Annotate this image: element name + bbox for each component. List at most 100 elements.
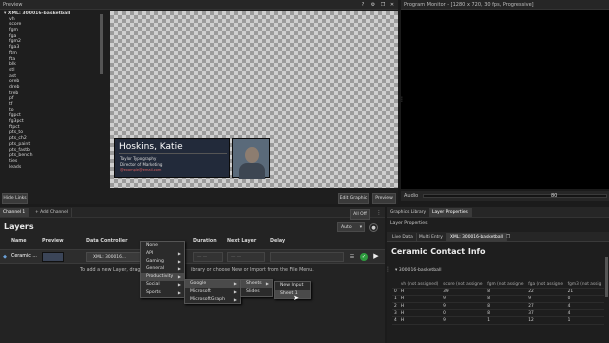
menu-item[interactable]: Google ▶ — [185, 280, 240, 288]
menu-item[interactable]: Social ▶ — [141, 281, 184, 289]
all-off-button[interactable]: All Off — [350, 209, 370, 220]
contact-heading: Ceramic Contact Info — [391, 247, 486, 256]
table-cell[interactable]: 12 — [526, 316, 566, 325]
table-cell[interactable]: 9 — [526, 295, 566, 304]
col-preview: Preview — [42, 239, 64, 244]
auto-dropdown[interactable]: Auto ▾ — [337, 222, 365, 232]
card-photo — [232, 138, 270, 179]
layer-properties-panel: Graphics Library Layer Properties Layer … — [387, 207, 609, 343]
menu-item[interactable]: General ▶ — [141, 265, 184, 273]
open-xml-icon[interactable]: ❐ — [505, 235, 511, 241]
table-cell[interactable]: 8 — [485, 309, 527, 318]
table-row[interactable]: 0 H 39 8 22 21 — [392, 288, 604, 296]
hide-links-button[interactable]: Hide Links — [2, 193, 28, 204]
tab-layer-properties[interactable]: Layer Properties — [429, 208, 472, 217]
table-header[interactable]: fgm (not assigne — [485, 281, 527, 289]
more-icon[interactable]: ⋮ — [376, 210, 382, 216]
play-icon[interactable]: ▶ — [372, 253, 380, 260]
table-cell[interactable]: 21 — [565, 288, 604, 296]
menu-item-label: Sports — [146, 289, 161, 295]
edit-graphic-button[interactable]: Edit Graphic — [338, 193, 369, 204]
record-icon[interactable]: ● — [369, 223, 378, 232]
table-cell[interactable]: 8 — [485, 302, 527, 311]
table-cell[interactable]: H — [398, 309, 442, 318]
table-cell[interactable]: 22 — [526, 288, 566, 296]
menu-item[interactable]: New Input — [275, 282, 310, 290]
table-cell[interactable]: H — [398, 316, 442, 325]
table-cell[interactable]: 4 — [565, 309, 604, 318]
table-cell[interactable]: 2 — [392, 302, 399, 311]
vertical-resize-handle[interactable]: ⋮ — [385, 267, 391, 276]
menu-item[interactable]: Sports ▶ — [141, 289, 184, 297]
next-layer-field[interactable]: — — — [227, 252, 265, 262]
menu-item[interactable]: Sheets ▶ — [241, 280, 272, 288]
table-header[interactable]: vh (not assigned) — [398, 281, 442, 289]
table-cell[interactable]: 1 — [485, 316, 527, 325]
table-header[interactable]: fga (not assigne — [526, 281, 566, 289]
tab-graphics-library[interactable]: Graphics Library — [387, 208, 431, 217]
group-row[interactable]: ▾ 300016-basketball — [395, 268, 442, 273]
menu-item[interactable]: Microsoft ▶ — [185, 288, 240, 296]
preview-button[interactable]: Preview — [372, 193, 396, 204]
help-icon[interactable]: ? — [360, 2, 366, 8]
add-channel-button[interactable]: + Add Channel — [32, 208, 72, 217]
delay-field[interactable] — [270, 252, 344, 262]
close-icon[interactable]: ✕ — [389, 2, 395, 8]
tree-root-label: XML: 300016-basketball — [7, 11, 71, 16]
menu-item[interactable]: MicrosoftGraph ▶ — [185, 296, 240, 304]
subtab-live-data[interactable]: Live Data — [389, 233, 417, 242]
table-cell[interactable]: H — [398, 288, 442, 296]
chevron-down-icon: ▾ — [359, 225, 362, 230]
table-cell[interactable]: 4 — [565, 302, 604, 311]
table-cell[interactable]: 39 — [441, 288, 486, 296]
table-cell[interactable]: 37 — [526, 309, 566, 318]
panel-resize-handle[interactable]: ⋮ — [399, 97, 405, 106]
table-cell[interactable]: 4 — [392, 316, 399, 325]
table-cell[interactable]: 9 — [441, 316, 486, 325]
restore-icon[interactable]: ❐ — [380, 2, 386, 8]
table-header[interactable]: score (not assigne — [441, 281, 486, 289]
status-check-icon[interactable]: ✓ — [360, 253, 368, 261]
table-row[interactable]: 4 H 9 1 12 1 — [392, 316, 604, 325]
tree-scrollbar[interactable] — [100, 14, 103, 74]
menu-item[interactable]: Slides — [241, 288, 272, 296]
table-cell[interactable]: 9 — [441, 302, 486, 311]
table-cell[interactable]: 9 — [441, 295, 486, 304]
table-row[interactable]: 1H9890 — [392, 295, 604, 304]
right-scrollbar[interactable] — [605, 257, 608, 297]
table-cell[interactable]: 0 — [441, 309, 486, 318]
table-cell[interactable]: 1 — [565, 316, 604, 325]
hint-left: To add a new Layer, drag — [80, 268, 141, 273]
table-cell[interactable]: 27 — [526, 302, 566, 311]
table-cell[interactable]: H — [398, 295, 442, 304]
subtab-xml[interactable]: XML: 300016-basketball — [447, 233, 507, 242]
table-row[interactable]: 2 H 9 8 27 4 — [392, 302, 604, 311]
tree-item[interactable]: leads — [2, 165, 104, 171]
table-cell[interactable]: H — [398, 302, 442, 311]
data-controller-field[interactable]: XML: 300016... — [86, 252, 146, 262]
audio-bar: Audio 80 — [401, 191, 609, 201]
gear-icon[interactable]: ⚙ — [370, 2, 376, 8]
menu-item[interactable]: None — [141, 242, 184, 250]
hint-right: ibrary or choose New or Import from the … — [191, 268, 314, 273]
menu-item[interactable]: API ▶ — [141, 250, 184, 258]
col-duration: Duration — [193, 239, 217, 244]
menu-item[interactable]: Productivity ▶ — [141, 273, 184, 281]
table-cell[interactable]: 8 — [485, 295, 527, 304]
audio-label: Audio — [404, 193, 419, 199]
duration-field[interactable]: — — — [193, 252, 223, 262]
menu-item[interactable]: Gaming ▶ — [141, 258, 184, 266]
list-icon[interactable]: ☰ — [348, 254, 356, 260]
tab-channel-1[interactable]: Channel 1 — [0, 208, 30, 217]
subtab-multi-entry[interactable]: Multi Entry — [416, 233, 447, 242]
layer-row[interactable]: ◆ Ceramic ... XML: 300016... — — — — ☰ ✓… — [0, 249, 385, 264]
data-tree: ▾ XML: 300016-basketball vh score fgm fga fg… — [2, 11, 104, 189]
table-cell[interactable]: 3 — [392, 309, 399, 318]
table-row[interactable]: 3 H 0 8 37 4 — [392, 309, 604, 318]
table-cell[interactable]: 0 — [565, 295, 604, 304]
table-cell[interactable]: 1 — [392, 295, 399, 304]
table-cell[interactable]: 0 — [392, 288, 399, 296]
table-header[interactable]: fgm3 (not assig — [565, 281, 604, 289]
table-cell[interactable]: 8 — [485, 288, 527, 296]
audio-slider[interactable] — [423, 194, 607, 198]
